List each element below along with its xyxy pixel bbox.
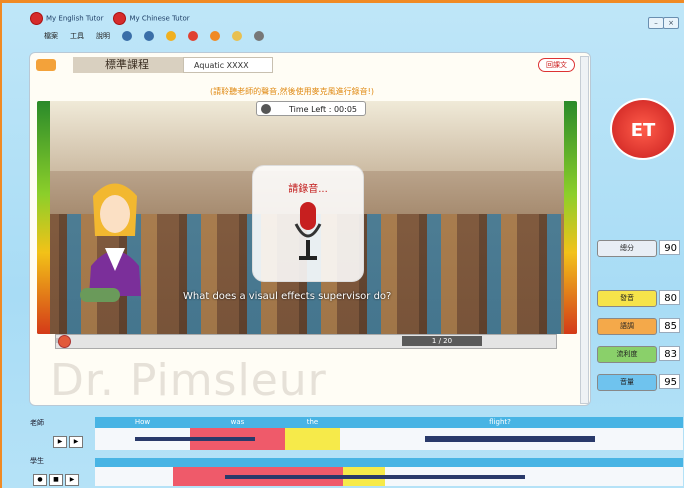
score-row: 發音 80	[597, 290, 681, 307]
word-label: How	[134, 418, 151, 426]
score-value: 85	[659, 318, 680, 333]
menu-bar: 檔案 工具 說明	[44, 31, 264, 41]
lesson-tab-bar: 標準課程 Aquatic XXXX 回課文	[33, 55, 578, 73]
microphone-icon[interactable]	[293, 200, 323, 266]
word-timeline: How was the flight?	[95, 417, 683, 428]
word-label: was	[230, 418, 245, 426]
back-arrow-icon[interactable]	[122, 31, 132, 41]
myet-logo: ET	[610, 98, 676, 160]
forward-arrow-icon[interactable]	[144, 31, 154, 41]
teacher-waveform	[95, 428, 683, 450]
tab-standard-course[interactable]: 標準課程	[73, 57, 188, 73]
teacher-play-button[interactable]: ▶	[53, 436, 67, 448]
menu-help[interactable]: 說明	[96, 31, 110, 41]
recording-dialog: 請錄音...	[252, 165, 364, 282]
sentence-counter: 1 / 20	[402, 336, 482, 346]
word-label: flight?	[489, 418, 511, 426]
app-switcher: My English Tutor My Chinese Tutor	[30, 12, 190, 25]
minimize-button[interactable]: –	[648, 17, 664, 29]
teacher-slow-button[interactable]: ▶	[69, 436, 83, 448]
english-tutor-link[interactable]: My English Tutor	[30, 12, 103, 25]
score-category-button[interactable]: 總分	[597, 240, 657, 257]
close-button[interactable]: ×	[663, 17, 679, 29]
home-icon[interactable]	[210, 31, 220, 41]
replay-button[interactable]	[80, 288, 120, 302]
progress-handle[interactable]	[58, 335, 71, 348]
clock-icon	[261, 104, 271, 114]
chinese-tutor-icon	[113, 12, 127, 25]
student-stop-button[interactable]: ■	[49, 474, 63, 486]
score-value: 83	[659, 346, 680, 361]
score-category-button[interactable]: 發音	[597, 290, 657, 307]
student-timeline	[95, 458, 683, 467]
user-icon[interactable]	[232, 31, 242, 41]
english-tutor-icon	[30, 12, 43, 25]
left-level-meter	[37, 101, 50, 334]
instruction-text: (請聆聽老師的聲音,然後使用麥克風進行錄音!)	[210, 87, 374, 96]
right-level-meter	[564, 101, 577, 334]
score-value: 90	[659, 240, 680, 255]
teacher-label: 老師	[30, 419, 44, 427]
student-label: 學生	[30, 457, 44, 465]
score-category-button[interactable]: 流利度	[597, 346, 657, 363]
brand-watermark: Dr. Pimsleur	[50, 355, 327, 406]
menu-tools[interactable]: 工具	[70, 31, 84, 41]
chinese-tutor-link[interactable]: My Chinese Tutor	[113, 12, 190, 25]
student-record-button[interactable]: ●	[33, 474, 47, 486]
print-icon[interactable]	[254, 31, 264, 41]
student-play-button[interactable]: ▶	[65, 474, 79, 486]
back-to-text-button[interactable]: 回課文	[538, 58, 575, 72]
score-value: 95	[659, 374, 680, 389]
menu-file[interactable]: 檔案	[44, 31, 58, 41]
score-row: 音量 95	[597, 374, 681, 391]
score-category-button[interactable]: 音量	[597, 374, 657, 391]
question-text: What does a visaul effects supervisor do…	[183, 291, 392, 302]
lesson-scrollbar[interactable]	[580, 56, 589, 404]
score-category-button[interactable]: 語調	[597, 318, 657, 335]
tutor-character	[89, 183, 141, 296]
score-value: 80	[659, 290, 680, 305]
score-row: 語調 85	[597, 318, 681, 335]
waveform-panel: 老師 學生 ▶ ▶ ● ■ ▶ How was the flight?	[25, 414, 684, 488]
record-prompt: 請錄音...	[288, 184, 328, 195]
score-row: 總分 90	[597, 240, 681, 257]
course-breadcrumb[interactable]: Aquatic XXXX	[183, 57, 273, 73]
score-row: 流利度 83	[597, 346, 681, 363]
star-icon[interactable]	[166, 31, 176, 41]
font-icon[interactable]	[188, 31, 198, 41]
lesson-tag-icon	[36, 59, 56, 71]
word-label: the	[306, 418, 319, 426]
time-left-display: Time Left : 00:05	[256, 101, 366, 116]
